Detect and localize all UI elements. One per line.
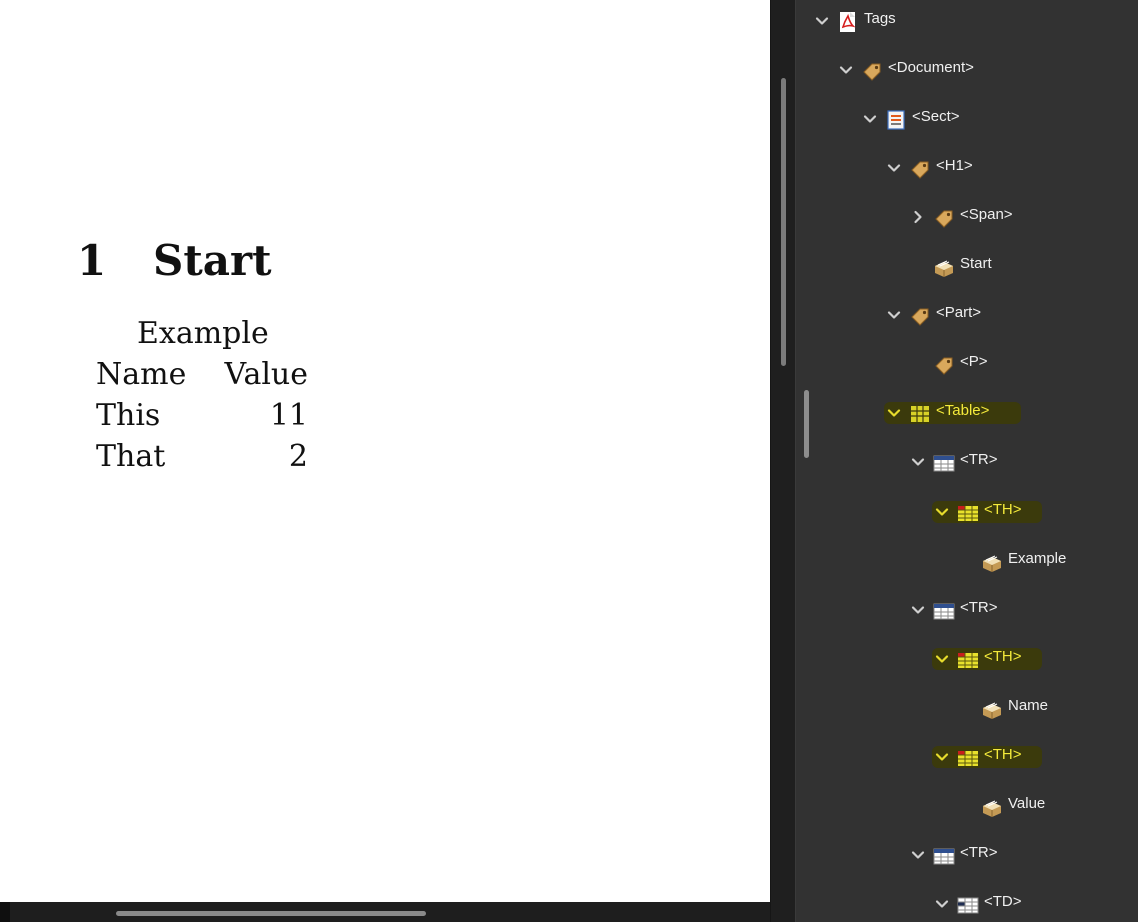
tag-tree-node-label: <TD>: [984, 893, 1022, 910]
tag-tree-node[interactable]: <Part>: [796, 301, 1138, 329]
tag-tree-node-label: <TH>: [984, 501, 1022, 518]
content-icon: [981, 796, 1003, 818]
tags-panel: Tags <Document> <Sect> <H1> <Span> Start <Part…: [796, 0, 1138, 922]
chevron-down-icon[interactable]: [862, 111, 878, 127]
table-cell-icon: [957, 894, 979, 916]
chevron-down-icon[interactable]: [934, 651, 950, 667]
tag-icon: [933, 207, 955, 229]
tag-tree-node[interactable]: <P>: [796, 350, 1138, 378]
pdf-page: 1 Start Example Name Value This 11 That …: [0, 0, 770, 902]
chevron-right-icon[interactable]: [910, 209, 926, 225]
section-icon: [885, 109, 907, 131]
tag-tree-node-label: Value: [1008, 795, 1046, 812]
table-header-value: Value: [224, 357, 308, 392]
table-header-name: Name: [96, 357, 187, 392]
tag-tree-node-label: <TR>: [960, 844, 998, 861]
chevron-down-icon[interactable]: [886, 307, 902, 323]
tag-tree-node[interactable]: <TH>: [796, 645, 1138, 673]
table-caption: Example: [137, 316, 269, 351]
tag-tree-node[interactable]: <TH>: [796, 743, 1138, 771]
content-icon: [981, 551, 1003, 573]
tag-tree-node-label: Example: [1008, 550, 1067, 567]
tag-icon: [909, 158, 931, 180]
chevron-down-icon[interactable]: [910, 847, 926, 863]
tag-tree-node-label: <P>: [960, 353, 988, 370]
heading-number: 1: [77, 236, 107, 285]
table-icon: [909, 403, 931, 425]
scrollbar-corner: [0, 902, 10, 922]
tag-tree-node[interactable]: <TH>: [796, 498, 1138, 526]
tag-tree-node[interactable]: <Span>: [796, 203, 1138, 231]
chevron-down-icon[interactable]: [910, 454, 926, 470]
table-header-icon: [957, 747, 979, 769]
chevron-down-icon[interactable]: [934, 749, 950, 765]
tag-tree-node-label: <Document>: [888, 59, 974, 76]
tag-tree-node-label: Start: [960, 255, 992, 272]
tag-tree-node-label: <TR>: [960, 451, 998, 468]
tag-tree-node[interactable]: <Document>: [796, 56, 1138, 84]
tag-tree-node[interactable]: <TR>: [796, 448, 1138, 476]
chevron-down-icon[interactable]: [814, 13, 830, 29]
table-header-icon: [957, 649, 979, 671]
document-vertical-scrollbar[interactable]: [770, 0, 796, 922]
chevron-down-icon[interactable]: [910, 602, 926, 618]
tag-tree-node-label: <TR>: [960, 599, 998, 616]
table-cell: That: [96, 439, 166, 474]
tag-icon: [933, 354, 955, 376]
table-cell: 11: [269, 398, 308, 433]
tag-tree-node-label: <Sect>: [912, 108, 960, 125]
tag-tree-node[interactable]: <TR>: [796, 596, 1138, 624]
heading-title: Start: [153, 236, 272, 285]
chevron-down-icon[interactable]: [886, 160, 902, 176]
tag-tree-node[interactable]: <TD>: [796, 890, 1138, 918]
tag-tree-node[interactable]: Value: [796, 792, 1138, 820]
table-row-icon: [933, 845, 955, 867]
table-header-icon: [957, 502, 979, 524]
table-row-icon: [933, 600, 955, 622]
chevron-down-icon[interactable]: [934, 504, 950, 520]
table-cell: This: [96, 398, 161, 433]
tag-icon: [861, 60, 883, 82]
vertical-scroll-thumb[interactable]: [781, 78, 786, 366]
content-icon: [933, 256, 955, 278]
tag-tree-node-label: <Span>: [960, 206, 1013, 223]
horizontal-scrollbar[interactable]: [0, 902, 770, 922]
table-row-icon: [933, 452, 955, 474]
tag-tree-node[interactable]: <TR>: [796, 841, 1138, 869]
content-icon: [981, 698, 1003, 720]
table-cell: 2: [288, 439, 308, 474]
tag-tree-node[interactable]: <H1>: [796, 154, 1138, 182]
tag-tree-node-label: <Table>: [936, 402, 990, 419]
tag-tree-node-label: Tags: [864, 10, 896, 27]
tag-tree-node-label: <TH>: [984, 648, 1022, 665]
tag-tree-node[interactable]: Tags: [796, 7, 1138, 35]
tag-tree-node[interactable]: Start: [796, 252, 1138, 280]
tag-tree-node[interactable]: <Table>: [796, 399, 1138, 427]
horizontal-scroll-thumb[interactable]: [116, 911, 426, 916]
tag-tree-node[interactable]: <Sect>: [796, 105, 1138, 133]
tag-tree-node-label: <Part>: [936, 304, 982, 321]
chevron-down-icon[interactable]: [886, 405, 902, 421]
tag-tree-node[interactable]: Example: [796, 547, 1138, 575]
pdf-icon: [837, 11, 859, 33]
tag-icon: [909, 305, 931, 327]
tag-tree-node-label: Name: [1008, 697, 1049, 714]
tag-tree-node-label: <H1>: [936, 157, 973, 174]
chevron-down-icon[interactable]: [838, 62, 854, 78]
chevron-down-icon[interactable]: [934, 896, 950, 912]
tag-tree-node-label: <TH>: [984, 746, 1022, 763]
tag-tree-node[interactable]: Name: [796, 694, 1138, 722]
